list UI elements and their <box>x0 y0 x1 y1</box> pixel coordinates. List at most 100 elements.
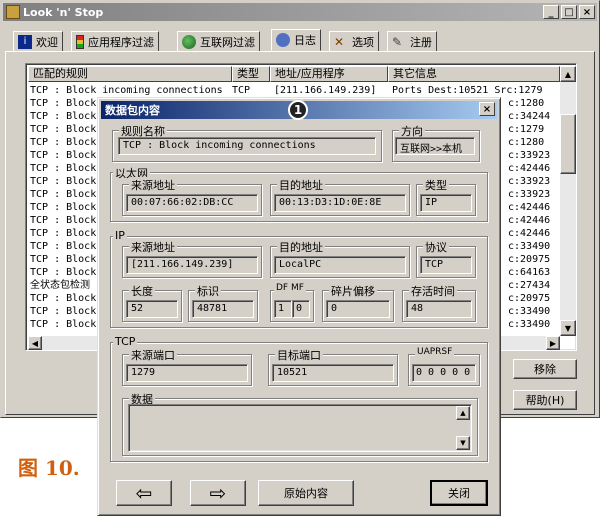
info-icon: i <box>18 34 32 49</box>
scroll-up-arrow[interactable]: ▲ <box>560 66 576 82</box>
tcp-src-port-field: 1279 <box>126 364 248 382</box>
table-row[interactable]: TCP : Block <box>30 110 96 123</box>
tcp-src-port-label: 来源端口 <box>129 347 177 363</box>
table-row[interactable]: TCP : Block <box>30 188 96 201</box>
row-info-tail: c:34244 <box>508 111 551 122</box>
rule-name-field: TCP : Block incoming connections <box>118 137 376 155</box>
tcp-flags-field: 0 0 0 0 0 1 <box>412 364 476 382</box>
eth-dst-label: 目的地址 <box>277 177 325 193</box>
table-row[interactable]: TCP : Block <box>30 253 96 266</box>
arrow-right-icon: ⇨ <box>209 481 227 505</box>
ip-dst-label: 目的地址 <box>277 239 325 255</box>
tab-app-filter[interactable]: 应用程序过滤 <box>71 31 159 51</box>
tab-log[interactable]: 日志 <box>271 29 321 51</box>
row-type: TCP <box>232 85 251 96</box>
dialog-close-action-button[interactable]: 关闭 <box>430 480 488 506</box>
raw-content-button[interactable]: 原始内容 <box>258 480 354 506</box>
tcp-data-textarea[interactable] <box>128 404 472 452</box>
callout-badge: 1 <box>288 100 308 120</box>
ip-src-field: [211.166.149.239] <box>126 256 258 274</box>
ip-length-label: 长度 <box>129 283 155 299</box>
maximize-button[interactable]: □ <box>561 5 577 19</box>
row-info-tail: c:33490 <box>508 319 551 330</box>
row-info-tail: c:1279 <box>508 124 545 135</box>
ip-label: IP <box>113 229 127 242</box>
tools-icon: ✕ <box>334 34 345 49</box>
vertical-scrollbar[interactable] <box>560 66 576 336</box>
next-button[interactable]: ⇨ <box>190 480 246 506</box>
eth-dst-field: 00:13:D3:1D:0E:8E <box>274 194 406 212</box>
table-row[interactable]: TCP : Block <box>30 136 96 149</box>
row-info-tail: c:27434 <box>508 280 551 291</box>
table-row[interactable]: TCP : Block <box>30 292 96 305</box>
minimize-button[interactable]: _ <box>543 5 559 19</box>
dialog-close-button[interactable]: × <box>479 102 495 116</box>
data-scroll-down-arrow[interactable]: ▼ <box>456 436 470 450</box>
row-info-tail: c:33923 <box>508 176 551 187</box>
table-row[interactable]: TCP : Block <box>30 201 96 214</box>
scroll-right-arrow[interactable]: ▶ <box>546 336 560 350</box>
tab-welcome[interactable]: i 欢迎 <box>13 31 63 51</box>
table-row[interactable]: TCP : Block incoming connections <box>30 84 223 97</box>
window-title: Look 'n' Stop <box>23 5 104 19</box>
register-icon: ✎ <box>392 34 403 49</box>
row-info-tail: c:1280 <box>508 137 545 148</box>
table-row[interactable]: TCP : Block <box>30 162 96 175</box>
ip-length-field: 52 <box>126 300 178 318</box>
remove-button[interactable]: 移除 <box>513 359 577 379</box>
row-info-tail: c:20975 <box>508 293 551 304</box>
help-button[interactable]: 帮助(H) <box>513 390 577 410</box>
row-info-tail: c:33923 <box>508 189 551 200</box>
tab-internet-filter[interactable]: 互联网过滤 <box>177 31 260 51</box>
table-row[interactable]: TCP : Block <box>30 240 96 253</box>
eth-type-label: 类型 <box>423 177 449 193</box>
row-info-tail: c:42446 <box>508 163 551 174</box>
close-button[interactable]: × <box>579 5 595 19</box>
ip-frag-field: 0 <box>326 300 390 318</box>
ip-df-field: 1 <box>274 300 292 318</box>
row-info-tail: c:33490 <box>508 241 551 252</box>
table-row[interactable]: TCP : Block <box>30 305 96 318</box>
table-row[interactable]: TCP : Block <box>30 175 96 188</box>
column-header-info[interactable]: 其它信息 <box>388 66 560 82</box>
tab-options[interactable]: ✕ 选项 <box>329 31 379 51</box>
ip-frag-label: 碎片偏移 <box>329 283 377 299</box>
tcp-dst-port-label: 目标端口 <box>275 347 323 363</box>
table-row[interactable]: TCP : Block <box>30 227 96 240</box>
log-icon <box>276 33 290 47</box>
tab-register[interactable]: ✎ 注册 <box>387 31 437 51</box>
direction-field: 互联网>>本机 <box>395 137 475 155</box>
column-header-address[interactable]: 地址/应用程序 <box>270 66 388 82</box>
scroll-down-arrow[interactable]: ▼ <box>560 320 576 336</box>
table-row[interactable]: TCP : Block <box>30 318 96 331</box>
row-info-tail: c:42446 <box>508 202 551 213</box>
dialog-title: 数据包内容 <box>105 104 160 117</box>
row-info: Ports Dest:10521 Src:1279 <box>392 85 543 96</box>
row-info-tail: c:33923 <box>508 150 551 161</box>
scroll-thumb[interactable] <box>560 114 576 174</box>
previous-button[interactable]: ⇦ <box>116 480 172 506</box>
table-row[interactable]: TCP : Block <box>30 214 96 227</box>
ip-proto-label: 协议 <box>423 239 449 255</box>
ip-dst-field: LocalPC <box>274 256 406 274</box>
column-header-rule[interactable]: 匹配的规则 <box>28 66 232 82</box>
scroll-left-arrow[interactable]: ◀ <box>28 336 42 350</box>
ip-id-field: 48781 <box>192 300 254 318</box>
column-header-type[interactable]: 类型 <box>232 66 270 82</box>
main-title-bar[interactable]: Look 'n' Stop _ □ × <box>3 3 597 21</box>
ip-src-label: 来源地址 <box>129 239 177 255</box>
table-row[interactable]: TCP : Block <box>30 97 96 110</box>
table-row[interactable]: TCP : Block <box>30 149 96 162</box>
table-row[interactable]: TCP : Block <box>30 123 96 136</box>
tcp-dst-port-field: 10521 <box>272 364 394 382</box>
data-scroll-up-arrow[interactable]: ▲ <box>456 406 470 420</box>
app-icon <box>6 5 20 19</box>
tcp-flags-label: UAPRSF <box>415 347 455 357</box>
ip-proto-field: TCP <box>420 256 472 274</box>
table-row[interactable]: 全状态包检测 <box>30 279 90 292</box>
row-info-tail: c:1280 <box>508 98 545 109</box>
table-row[interactable]: TCP : Block <box>30 266 96 279</box>
row-info-tail: c:20975 <box>508 254 551 265</box>
row-info-tail: c:42446 <box>508 228 551 239</box>
arrow-left-icon: ⇦ <box>135 481 153 505</box>
